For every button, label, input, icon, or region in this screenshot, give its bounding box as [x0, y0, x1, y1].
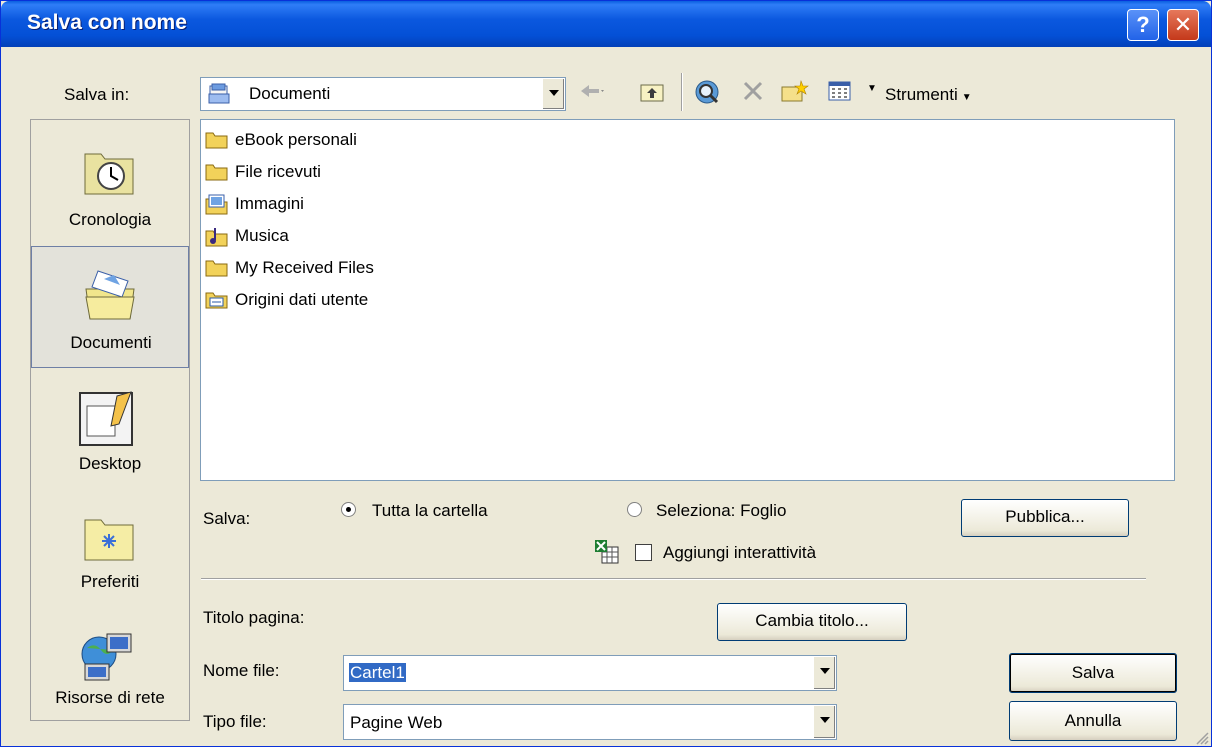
- list-item[interactable]: Origini dati utente: [205, 288, 425, 312]
- list-item[interactable]: Immagini: [205, 192, 405, 216]
- place-label: Cronologia: [68, 210, 152, 229]
- add-interactivity-label[interactable]: Aggiungi interattività: [663, 543, 816, 563]
- my-documents-icon: [208, 83, 230, 104]
- file-name: eBook personali: [235, 130, 357, 149]
- folder-icon: [205, 132, 228, 149]
- place-label: Desktop: [78, 454, 142, 473]
- history-icon: [84, 153, 134, 195]
- desktop-icon: [79, 391, 133, 446]
- my-documents-icon: [85, 270, 135, 320]
- place-favorites[interactable]: Preferiti: [31, 492, 189, 614]
- dialog-title: Salva con nome: [27, 11, 187, 34]
- selection-radio[interactable]: [627, 502, 642, 517]
- whole-folder-label[interactable]: Tutta la cartella: [372, 501, 488, 521]
- place-desktop[interactable]: Desktop: [31, 370, 189, 492]
- file-name-input[interactable]: Cartel1: [343, 655, 837, 691]
- change-title-button[interactable]: Cambia titolo...: [717, 603, 907, 641]
- whole-folder-radio[interactable]: [341, 502, 356, 517]
- views-dropdown-arrow[interactable]: ▼: [867, 83, 877, 94]
- list-item[interactable]: File ricevuti: [205, 160, 405, 184]
- save-in-dropdown[interactable]: Documenti: [200, 77, 566, 111]
- file-type-value: Pagine Web: [350, 713, 443, 732]
- save-options-label: Salva:: [203, 509, 251, 528]
- tools-menu[interactable]: Strumenti ▼: [885, 85, 972, 105]
- new-folder-icon[interactable]: [779, 79, 809, 105]
- excel-interactivity-icon: [595, 540, 619, 564]
- save-button-label: Salva: [1071, 663, 1115, 682]
- tools-menu-label: Strumenti: [885, 85, 958, 104]
- music-folder-icon: [205, 228, 228, 247]
- selection-label[interactable]: Seleziona: Foglio: [656, 501, 786, 521]
- folder-icon: [205, 164, 228, 181]
- file-name: My Received Files: [235, 258, 374, 277]
- place-label: Preferiti: [80, 572, 140, 591]
- file-list[interactable]: eBook personali File ricevuti Immagini M…: [200, 119, 1175, 481]
- views-icon[interactable]: [827, 79, 853, 103]
- file-name-label: Nome file:: [203, 661, 280, 680]
- resize-grip-icon[interactable]: [1193, 729, 1209, 745]
- back-icon[interactable]: [577, 79, 605, 103]
- title-bar[interactable]: Salva con nome ? ✕: [1, 1, 1211, 47]
- file-type-dropdown-arrow[interactable]: [813, 706, 835, 738]
- place-history[interactable]: Cronologia: [31, 124, 189, 246]
- network-places-icon: [81, 633, 132, 681]
- file-type-label: Tipo file:: [203, 712, 267, 731]
- cancel-button-label: Annulla: [1064, 711, 1122, 730]
- save-in-label: Salva in:: [64, 85, 130, 104]
- file-name: Origini dati utente: [235, 290, 369, 309]
- list-item[interactable]: eBook personali: [205, 128, 405, 152]
- save-in-dropdown-arrow[interactable]: [542, 79, 564, 109]
- save-button[interactable]: Salva: [1009, 653, 1177, 693]
- list-item[interactable]: Musica: [205, 224, 405, 248]
- place-network[interactable]: Risorse di rete: [31, 616, 189, 738]
- change-title-button-label: Cambia titolo...: [755, 611, 869, 630]
- toolbar-separator: [681, 73, 683, 111]
- file-name: File ricevuti: [235, 162, 321, 181]
- place-label: Documenti: [70, 333, 152, 352]
- folder-icon: [205, 260, 228, 277]
- file-name: Musica: [235, 226, 289, 245]
- save-as-dialog: Salva con nome ? ✕ Salva in: Documenti ▼…: [0, 0, 1212, 747]
- places-bar: Cronologia Documenti Desktop Preferiti R…: [30, 119, 190, 721]
- data-sources-folder-icon: [205, 292, 228, 309]
- cancel-button[interactable]: Annulla: [1009, 701, 1177, 741]
- publish-button-label: Pubblica...: [1005, 507, 1085, 526]
- publish-button[interactable]: Pubblica...: [961, 499, 1129, 537]
- file-name: Immagini: [235, 194, 304, 213]
- place-documents[interactable]: Documenti: [31, 246, 189, 368]
- add-interactivity-checkbox[interactable]: [635, 544, 652, 561]
- pictures-folder-icon: [205, 194, 228, 215]
- delete-icon[interactable]: [741, 79, 765, 103]
- tools-menu-arrow: ▼: [961, 92, 972, 103]
- page-title-label: Titolo pagina:: [203, 608, 305, 627]
- separator: [201, 578, 1146, 580]
- help-button[interactable]: ?: [1127, 9, 1159, 41]
- list-item[interactable]: My Received Files: [205, 256, 425, 280]
- favorites-icon: [84, 519, 134, 561]
- up-folder-icon[interactable]: [638, 79, 666, 105]
- search-web-icon[interactable]: [693, 79, 723, 107]
- file-type-dropdown[interactable]: Pagine Web: [343, 704, 837, 740]
- file-name-value: Cartel1: [349, 663, 406, 682]
- file-name-dropdown-arrow[interactable]: [813, 657, 835, 689]
- place-label: Risorse di rete: [55, 688, 165, 707]
- close-button[interactable]: ✕: [1167, 9, 1199, 41]
- save-in-value: Documenti: [249, 84, 331, 103]
